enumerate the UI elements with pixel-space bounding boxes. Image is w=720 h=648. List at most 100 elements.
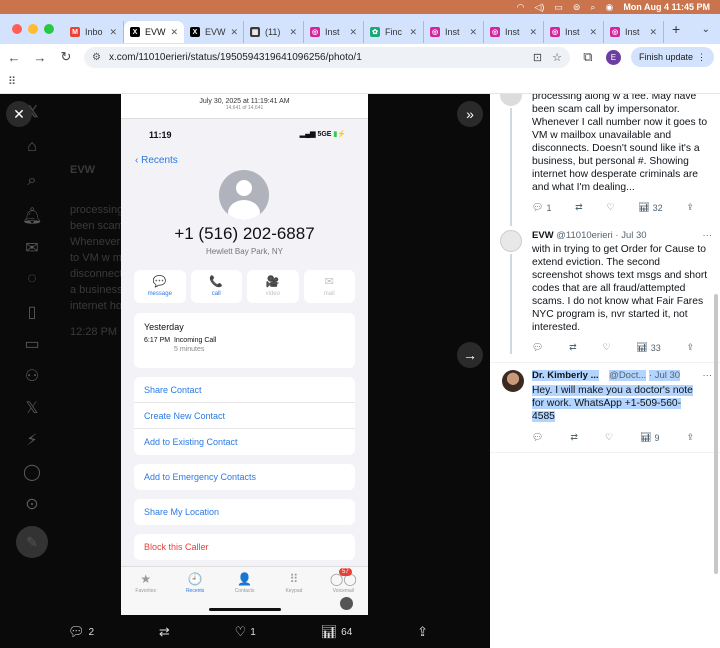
close-tab-icon[interactable]: ✕	[469, 27, 477, 38]
forward-icon[interactable]: →	[32, 50, 48, 65]
more-options-icon[interactable]: ···	[703, 370, 713, 381]
browser-tab[interactable]: M Inbo ✕	[64, 21, 124, 43]
reply-author-name[interactable]: Dr. Kimberly ...	[532, 370, 599, 381]
close-photo-button[interactable]: ✕	[6, 101, 32, 127]
browser-tab[interactable]: ◎ Inst ✕	[544, 21, 604, 43]
browser-tab[interactable]: ✿ Finc ✕	[364, 21, 424, 43]
heart-icon[interactable]: ♡	[605, 432, 613, 443]
views-button[interactable]: 📊︎ 32	[638, 202, 662, 213]
contact-option: Share Contact	[134, 377, 355, 403]
repost-icon[interactable]: ⇄	[575, 202, 583, 213]
reply-button[interactable]: 💬︎ 1	[532, 202, 551, 213]
volume-icon[interactable]: ◁)	[534, 2, 544, 13]
views-button[interactable]: 📊︎ 64	[321, 624, 353, 640]
tab-favicon-icon: ▦	[250, 27, 260, 37]
reply-date[interactable]: · Jul 30	[648, 370, 681, 381]
close-tab-icon[interactable]: ✕	[529, 27, 537, 38]
close-tab-icon[interactable]: ✕	[349, 27, 357, 38]
voicemail-badge: 57	[339, 568, 352, 576]
share-icon[interactable]: ⇪	[686, 342, 694, 353]
wifi-icon[interactable]: ◠	[517, 2, 525, 13]
battery-icon[interactable]: ▭	[554, 2, 563, 13]
reply-icon: 💬︎	[68, 624, 85, 639]
minimize-window-button[interactable]	[28, 24, 38, 34]
browser-tab[interactable]: ◎ Inst ✕	[604, 21, 664, 43]
menu-clock[interactable]: Mon Aug 4 11:45 PM	[623, 2, 710, 12]
views-button[interactable]: 📊︎ 33	[636, 342, 660, 353]
browser-tab[interactable]: ◎ Inst ✕	[424, 21, 484, 43]
reply-text: processing along w a fee. May have been …	[532, 94, 708, 193]
bookmark-star-icon[interactable]: ☆	[552, 51, 562, 64]
reply-button[interactable]: 💬︎ 2	[68, 624, 94, 640]
install-app-icon[interactable]: ⊡	[533, 51, 542, 64]
reply-avatar[interactable]	[500, 230, 522, 252]
repost-button[interactable]: ⇄	[159, 624, 170, 640]
repost-icon[interactable]: ⇄	[569, 342, 577, 353]
mail-icon: ✉	[324, 276, 334, 288]
tab-search-icon[interactable]: ⌄	[702, 24, 710, 35]
close-tab-icon[interactable]: ✕	[649, 27, 657, 38]
close-tab-icon[interactable]: ✕	[109, 27, 117, 38]
browser-tab[interactable]: X EVW ✕	[184, 21, 244, 43]
more-options-icon[interactable]: ···	[703, 230, 713, 241]
call-icon: 📞	[209, 276, 224, 288]
apps-grid-icon[interactable]: ⠿	[8, 75, 16, 88]
repost-icon[interactable]: ⇄	[570, 432, 578, 443]
zoom-window-button[interactable]	[44, 24, 54, 34]
siri-icon[interactable]: ◉	[605, 2, 613, 13]
profile-avatar[interactable]: E	[605, 49, 621, 65]
chevrons-right-icon: »	[466, 106, 474, 122]
reply-icon[interactable]: 💬︎	[532, 432, 543, 443]
address-bar[interactable]: ⚙ x.com/11010erieri/status/1950594319641…	[84, 46, 570, 68]
browser-tab[interactable]: ◎ Inst ✕	[304, 21, 364, 43]
collapse-panel-button[interactable]: »	[457, 101, 483, 127]
close-tab-icon[interactable]: ✕	[231, 27, 239, 38]
browser-tab[interactable]: ▦ (11) ✕	[244, 21, 304, 43]
reload-icon[interactable]: ↻	[58, 49, 74, 65]
next-photo-button[interactable]: →	[457, 342, 483, 368]
close-tab-icon[interactable]: ✕	[589, 27, 597, 38]
reply-author-handle[interactable]: @11010erieri	[556, 230, 612, 241]
site-info-icon[interactable]: ⚙	[92, 52, 101, 63]
search-icon[interactable]: ⌕	[590, 2, 595, 13]
reply-author-name[interactable]: EVW	[532, 230, 554, 241]
recents-icon: 🕘	[187, 572, 203, 586]
heart-icon[interactable]: ♡	[602, 342, 610, 353]
reply-icon[interactable]: 💬︎	[532, 342, 543, 353]
close-tab-icon[interactable]: ✕	[171, 27, 179, 38]
kebab-menu-icon: ⋮	[697, 51, 706, 62]
tab-favicon-icon: ◎	[550, 27, 560, 37]
grok-icon: ◌	[27, 270, 37, 287]
close-window-button[interactable]	[12, 24, 22, 34]
contact-action: 💬 message	[134, 270, 186, 303]
control-center-icon[interactable]: ⊜	[573, 2, 581, 13]
tab-favicon-icon: ◎	[610, 27, 620, 37]
divider	[490, 362, 720, 363]
heart-icon[interactable]: ♡	[606, 202, 614, 213]
caller-location: Hewlett Bay Park, NY	[206, 247, 283, 256]
views-button[interactable]: 📊︎ 9	[640, 432, 659, 443]
verified-orgs-icon: ⚡︎	[26, 432, 38, 449]
close-tab-icon[interactable]: ✕	[289, 27, 297, 38]
finish-update-button[interactable]: Finish update ⋮	[630, 47, 714, 67]
contact-action-label: video	[265, 291, 280, 297]
panel-scrollbar[interactable]	[714, 294, 718, 574]
share-icon[interactable]: ⇪	[686, 202, 694, 213]
reply-text-line: Hey. I will make you a doctor's note	[532, 385, 693, 396]
browser-tab[interactable]: X EVW ✕	[124, 21, 184, 43]
share-button[interactable]: ⇪	[417, 624, 428, 640]
close-tab-icon[interactable]: ✕	[409, 27, 417, 38]
reply-date[interactable]: · Jul 30	[615, 230, 646, 241]
doctor-avatar[interactable]	[502, 370, 524, 392]
views-count: 64	[341, 626, 353, 638]
extensions-icon[interactable]: ⧉	[580, 49, 596, 65]
tab-strip: M Inbo ✕ X EVW ✕ X EVW ✕ ▦ (11) ✕ ◎ Inst ✕ ✿ Finc ✕ ◎ Inst ✕…	[64, 15, 664, 43]
thread-line	[510, 108, 512, 226]
like-button[interactable]: ♡ 1	[235, 624, 256, 640]
new-tab-button[interactable]: +	[672, 21, 680, 37]
back-icon[interactable]: ←	[6, 50, 22, 65]
reply-author-handle[interactable]: @Doct...	[609, 370, 647, 381]
browser-tab[interactable]: ◎ Inst ✕	[484, 21, 544, 43]
address-text: x.com/11010erieri/status/195059431964109…	[108, 51, 362, 63]
share-icon[interactable]: ⇪	[686, 432, 694, 443]
